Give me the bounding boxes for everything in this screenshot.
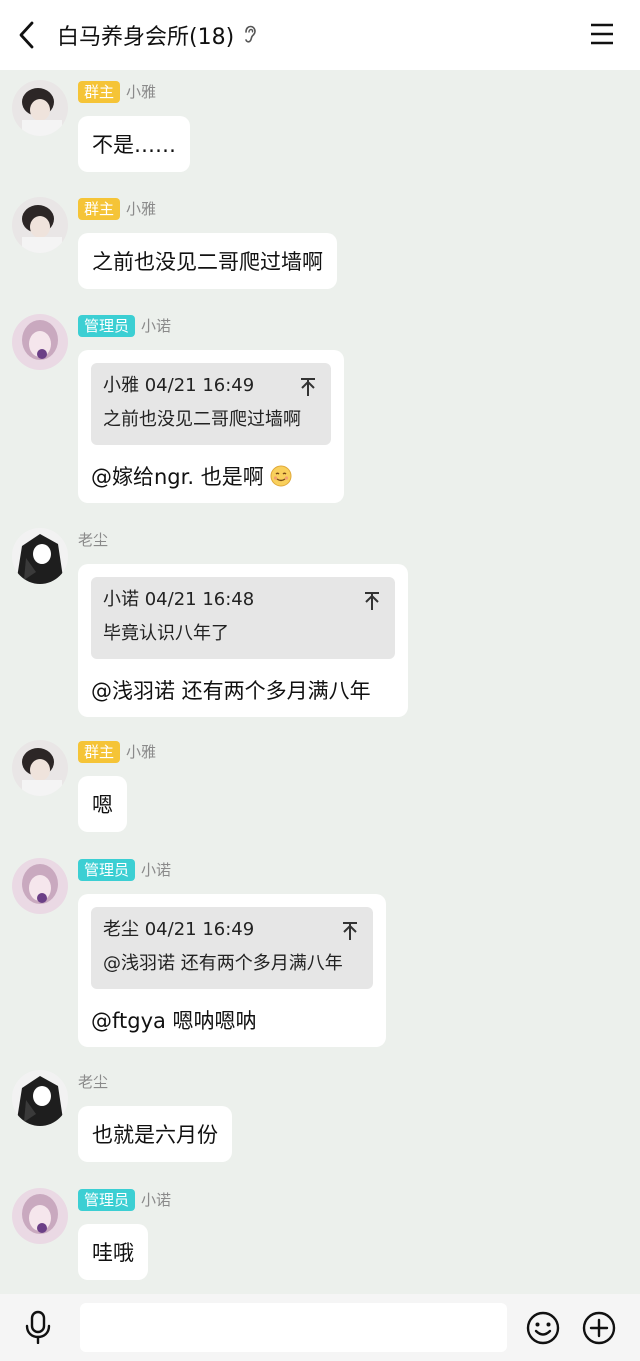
jump-to-quote-icon[interactable] bbox=[299, 377, 317, 397]
message-item: 管理员 小诺 哇哦 bbox=[0, 1178, 640, 1288]
sender-meta: 老尘 bbox=[78, 1070, 108, 1094]
sender-meta: 群主 小雅 bbox=[78, 197, 156, 221]
sender-name: 小雅 bbox=[126, 743, 157, 761]
avatar[interactable] bbox=[12, 740, 68, 796]
message-bubble[interactable]: 哇哦 bbox=[78, 1224, 148, 1280]
reply-line: @嫁给ngr. 也是啊 bbox=[91, 463, 331, 491]
quoted-message[interactable]: 小雅 04/21 16:49 之前也没见二哥爬过墙啊 bbox=[91, 363, 331, 445]
jump-to-quote-icon[interactable] bbox=[363, 591, 381, 611]
message-item: 群主 小雅 之前也没见二哥爬过墙啊 bbox=[0, 187, 640, 297]
sender-meta: 老尘 bbox=[78, 528, 108, 552]
avatar[interactable] bbox=[12, 858, 68, 914]
sender-name: 小雅 bbox=[126, 200, 157, 218]
quote-header: 小雅 04/21 16:49 bbox=[103, 375, 255, 396]
microphone-icon[interactable] bbox=[24, 1310, 52, 1344]
avatar[interactable] bbox=[12, 197, 68, 253]
owner-badge: 群主 bbox=[78, 81, 121, 103]
reply-line: @ftgya 嗯呐嗯呐 bbox=[91, 1007, 373, 1035]
message-text: 不是…… bbox=[92, 133, 176, 157]
sender-name: 小诺 bbox=[141, 861, 172, 879]
chat-header: 白马养身会所(18) bbox=[0, 0, 640, 70]
ear-icon bbox=[245, 25, 256, 43]
plus-icon[interactable] bbox=[582, 1311, 616, 1345]
group-title: 白马养身会所(18) bbox=[57, 25, 235, 50]
title-area[interactable]: 白马养身会所(18) bbox=[57, 20, 258, 50]
avatar[interactable] bbox=[12, 528, 68, 584]
message-bubble[interactable]: 老尘 04/21 16:49 @浅羽诺 还有两个多月满八年 @ftgya 嗯呐嗯… bbox=[78, 894, 386, 1047]
quote-text: 之前也没见二哥爬过墙啊 bbox=[103, 409, 301, 430]
message-text: 嗯 bbox=[92, 793, 113, 817]
quote-header: 老尘 04/21 16:49 bbox=[103, 919, 255, 940]
message-item: 群主 小雅 嗯 bbox=[0, 730, 640, 840]
message-item: 管理员 小诺 老尘 04/21 16:49 @浅羽诺 还有两个多月满八年 @ft… bbox=[0, 848, 640, 1048]
message-bubble[interactable]: 之前也没见二哥爬过墙啊 bbox=[78, 233, 337, 289]
menu-icon[interactable] bbox=[590, 23, 614, 45]
message-item: 群主 小雅 不是…… bbox=[0, 70, 640, 180]
message-bubble[interactable]: 小诺 04/21 16:48 毕竟认识八年了 @浅羽诺 还有两个多月满八年 bbox=[78, 564, 408, 717]
message-bubble[interactable]: 不是…… bbox=[78, 116, 190, 172]
reply-line: @浅羽诺 还有两个多月满八年 bbox=[91, 677, 395, 705]
admin-badge: 管理员 bbox=[78, 315, 136, 337]
message-text: 也就是六月份 bbox=[92, 1123, 218, 1147]
admin-badge: 管理员 bbox=[78, 1189, 136, 1211]
quote-text: @浅羽诺 还有两个多月满八年 bbox=[103, 953, 343, 974]
message-item: 老尘 也就是六月份 bbox=[0, 1060, 640, 1170]
message-bubble[interactable]: 嗯 bbox=[78, 776, 127, 832]
sender-name: 小诺 bbox=[141, 1191, 172, 1209]
message-text: 之前也没见二哥爬过墙啊 bbox=[92, 250, 323, 274]
sender-meta: 群主 小雅 bbox=[78, 80, 156, 104]
sender-meta: 管理员 小诺 bbox=[78, 314, 171, 338]
sender-meta: 管理员 小诺 bbox=[78, 1188, 171, 1212]
reply-text: @浅羽诺 还有两个多月满八年 bbox=[91, 679, 371, 703]
smiling-face-emoji bbox=[270, 465, 292, 487]
message-item: 管理员 小诺 小雅 04/21 16:49 之前也没见二哥爬过墙啊 @嫁给ngr… bbox=[0, 304, 640, 504]
sender-meta: 管理员 小诺 bbox=[78, 858, 171, 882]
quoted-message[interactable]: 小诺 04/21 16:48 毕竟认识八年了 bbox=[91, 577, 395, 659]
owner-badge: 群主 bbox=[78, 198, 121, 220]
avatar[interactable] bbox=[12, 1188, 68, 1244]
message-bubble[interactable]: 也就是六月份 bbox=[78, 1106, 232, 1162]
message-list[interactable]: 群主 小雅 不是…… 群主 小雅 之前也没见二哥爬过墙啊 管理员 小诺 小雅 0… bbox=[0, 70, 640, 1294]
avatar[interactable] bbox=[12, 1070, 68, 1126]
sender-name: 小雅 bbox=[126, 83, 157, 101]
message-item: 老尘 小诺 04/21 16:48 毕竟认识八年了 @浅羽诺 还有两个多月满八年 bbox=[0, 518, 640, 718]
quoted-message[interactable]: 老尘 04/21 16:49 @浅羽诺 还有两个多月满八年 bbox=[91, 907, 373, 989]
message-bubble[interactable]: 小雅 04/21 16:49 之前也没见二哥爬过墙啊 @嫁给ngr. 也是啊 bbox=[78, 350, 344, 503]
avatar[interactable] bbox=[12, 314, 68, 370]
owner-badge: 群主 bbox=[78, 741, 121, 763]
jump-to-quote-icon[interactable] bbox=[341, 921, 359, 941]
sender-name: 小诺 bbox=[141, 317, 172, 335]
message-input[interactable] bbox=[80, 1303, 507, 1352]
sender-name: 老尘 bbox=[78, 531, 109, 549]
quote-header: 小诺 04/21 16:48 bbox=[103, 589, 255, 610]
sender-meta: 群主 小雅 bbox=[78, 740, 156, 764]
reply-text: @ftgya 嗯呐嗯呐 bbox=[91, 1009, 257, 1033]
message-text: 哇哦 bbox=[92, 1241, 134, 1265]
emoji-icon[interactable] bbox=[526, 1311, 560, 1345]
back-arrow-icon[interactable] bbox=[14, 20, 40, 50]
admin-badge: 管理员 bbox=[78, 859, 136, 881]
avatar[interactable] bbox=[12, 80, 68, 136]
quote-text: 毕竟认识八年了 bbox=[103, 623, 229, 644]
sender-name: 老尘 bbox=[78, 1073, 109, 1091]
input-bar bbox=[0, 1294, 640, 1361]
reply-text: @嫁给ngr. 也是啊 bbox=[91, 465, 264, 489]
